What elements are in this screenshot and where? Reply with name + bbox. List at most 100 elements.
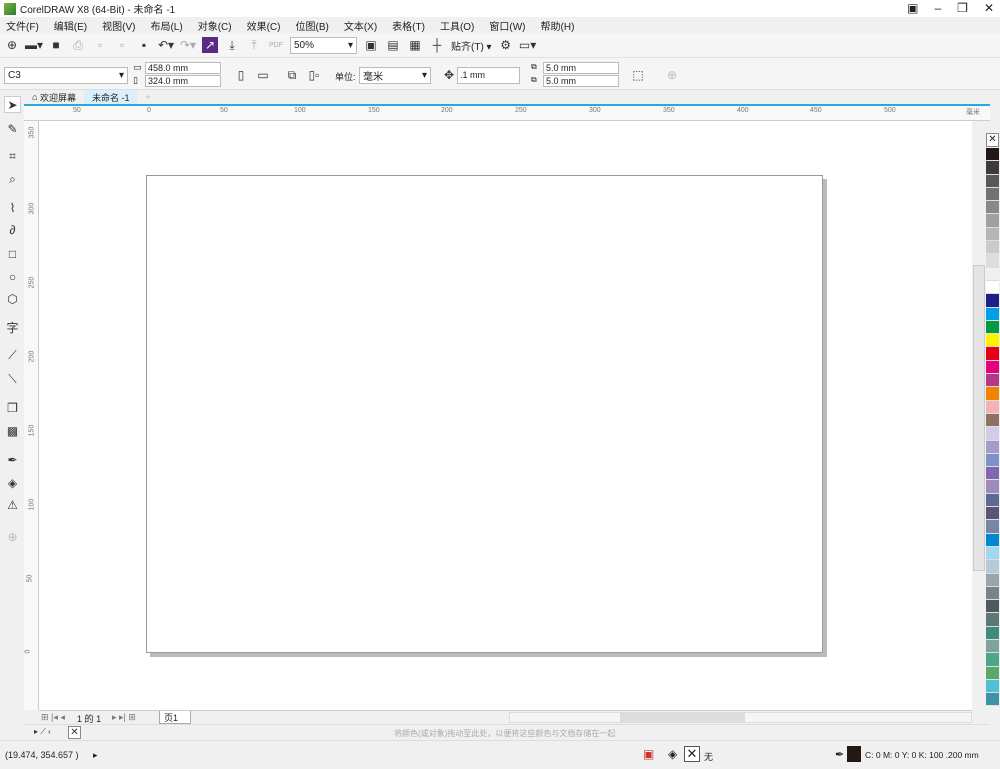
menu-item[interactable]: 工具(O) [440,18,474,33]
color-swatch[interactable] [986,427,999,441]
rectangle-tool-icon[interactable]: □ [4,245,21,262]
color-swatch[interactable] [986,639,999,654]
color-proof-icon[interactable]: ▣ [643,747,654,761]
units-select[interactable]: 毫米 ▾ [359,67,431,84]
shape-tool-icon[interactable]: ✎ [4,120,21,137]
color-swatch[interactable] [986,413,999,428]
tab-untitled-1[interactable]: 未命名 -1 [83,90,138,104]
application-launcher-icon[interactable]: ▭▾ [519,37,536,53]
ellipse-tool-icon[interactable]: ○ [4,268,21,285]
restore-button[interactable]: ❐ [957,1,968,15]
save-icon[interactable]: ■ [48,37,64,53]
text-tool-icon[interactable]: 字 [4,319,21,336]
eyedropper-icon[interactable]: ✒ [4,451,21,468]
color-swatch[interactable] [986,400,999,414]
color-swatch[interactable] [986,161,999,175]
palette-options-icon[interactable]: ▸ ⟋ ‹ [34,727,51,737]
smart-fill-icon[interactable]: ⚠ [4,496,21,513]
close-button[interactable]: ✕ [984,1,994,15]
color-swatch[interactable] [986,294,999,308]
minimize-button[interactable]: – [934,1,941,15]
undo-icon[interactable]: ↶▾ [158,37,174,53]
no-color-swatch[interactable]: ✕ [986,133,999,147]
color-swatch[interactable] [986,613,999,627]
color-swatch[interactable] [986,666,999,680]
color-swatch[interactable] [986,693,999,707]
menu-item[interactable]: 编辑(E) [54,18,87,33]
redo-icon[interactable]: ↷▾ [180,37,196,53]
new-tab-button[interactable]: + [137,90,158,104]
zoom-tool-icon[interactable]: ⌕ [4,171,21,188]
show-rulers-icon[interactable]: ▤ [385,37,401,53]
import-icon[interactable]: ⤓ [224,37,240,53]
page-border-icon[interactable]: ⬚ [630,67,646,83]
color-swatch[interactable] [986,360,999,375]
nudge-distance-input[interactable]: .1 mm [457,67,520,84]
menu-item[interactable]: 位图(B) [295,18,328,33]
cut-icon[interactable]: ▫ [92,37,108,53]
add-tool-icon[interactable]: ⊕ [4,528,21,545]
add-icon[interactable]: ⊕ [664,67,680,83]
no-fill-swatch[interactable]: ✕ [684,746,700,762]
color-swatch[interactable] [986,600,999,614]
vertical-scroll-thumb[interactable] [973,265,985,571]
color-swatch[interactable] [986,201,999,215]
color-swatch[interactable] [986,626,999,640]
color-swatch[interactable] [986,520,999,534]
color-swatch[interactable] [986,334,999,348]
menu-item[interactable]: 表格(T) [392,18,425,33]
menu-item[interactable]: 文本(X) [344,18,377,33]
menu-item[interactable]: 窗口(W) [489,18,525,33]
color-swatch[interactable] [986,347,999,361]
color-swatch[interactable] [986,214,999,228]
horizontal-scrollbar[interactable] [509,712,972,723]
color-swatch[interactable] [986,480,999,494]
polygon-tool-icon[interactable]: ⬡ [4,290,21,307]
gear-icon[interactable]: ⚙ [498,37,514,53]
color-swatch[interactable] [986,586,999,601]
color-swatch[interactable] [986,241,999,255]
vertical-ruler[interactable]: 350 300 250 200 150 100 50 0 [24,121,39,710]
menu-item[interactable]: 布局(L) [150,18,182,33]
menu-item[interactable]: 效果(C) [247,18,281,33]
paper-size-select[interactable]: C3 ▾ [4,67,128,84]
color-swatch[interactable] [986,560,999,574]
full-screen-icon[interactable]: ▣ [363,37,379,53]
transparency-icon[interactable]: ▩ [4,422,21,439]
color-swatch[interactable] [986,374,999,388]
menu-item[interactable]: 帮助(H) [541,18,575,33]
color-swatch[interactable] [986,267,999,281]
landscape-icon[interactable]: ▭ [255,67,271,83]
menu-item[interactable]: 文件(F) [6,18,39,33]
page-width-input[interactable]: 458.0 mm [145,62,221,74]
account-icon[interactable]: ▣ [907,1,918,15]
color-swatch[interactable] [986,507,999,521]
color-swatch[interactable] [986,467,999,481]
show-guidelines-icon[interactable]: ┼ [429,37,445,53]
page-nav-buttons[interactable]: ⊞ |◂ ◂ [41,712,65,723]
horizontal-scroll-thumb[interactable] [620,713,745,722]
color-swatch[interactable] [986,148,999,162]
publish-pdf-icon[interactable]: PDF [268,37,284,53]
corel-connect-icon[interactable]: ↗ [202,37,218,53]
color-swatch[interactable] [986,546,999,561]
copy-icon[interactable]: ▫ [114,37,130,53]
drawing-page[interactable] [146,175,823,653]
zoom-level-select[interactable]: 50% ▾ [290,36,357,54]
color-swatch[interactable] [986,679,999,694]
color-swatch[interactable] [986,493,999,508]
outline-color-swatch[interactable] [847,746,861,762]
all-pages-icon[interactable]: ⧉ [284,67,300,83]
connector-tool-icon[interactable]: ⟍ [4,371,21,388]
menu-item[interactable]: 对象(C) [198,18,232,33]
portrait-icon[interactable]: ▯ [233,67,249,83]
snap-to-button[interactable]: 贴齐(T) ▾ [451,38,492,53]
color-swatch[interactable] [986,227,999,242]
no-color-swatch[interactable]: ✕ [68,726,81,739]
current-page-icon[interactable]: ▯▫ [306,67,322,83]
duplicate-x-input[interactable]: 5.0 mm [543,62,619,74]
color-swatch[interactable] [986,440,999,454]
paste-icon[interactable]: ▪ [136,37,152,53]
color-swatch[interactable] [986,307,999,321]
color-swatch[interactable] [986,653,999,667]
